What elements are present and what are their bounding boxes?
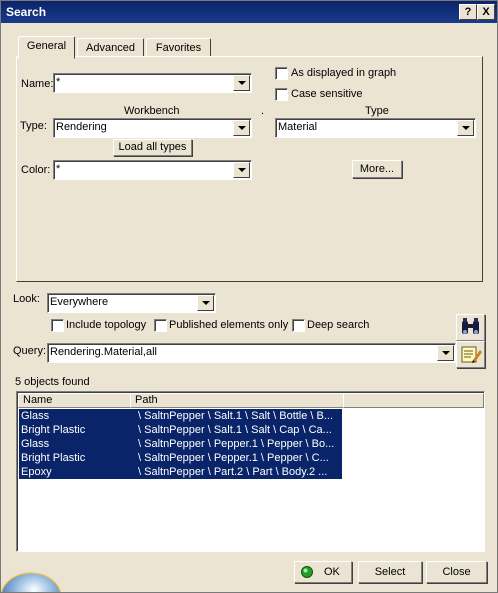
ok-status-icon	[301, 566, 313, 578]
search-button[interactable]	[456, 314, 485, 341]
case-sensitive-checkbox[interactable]	[275, 88, 288, 101]
row-path: \ SaltnPepper \ Part.2 \ Part \ Body.2 .…	[138, 466, 328, 478]
column-header-empty	[343, 393, 484, 408]
include-topology-label: Include topology	[66, 319, 147, 331]
color-label: Color:	[21, 164, 51, 176]
table-row[interactable]: Epoxy \ SaltnPepper \ Part.2 \ Part \ Bo…	[17, 465, 484, 479]
case-sensitive-label: Case sensitive	[291, 88, 363, 100]
search-dialog: Search ? X General Advanced Favorites Na…	[0, 0, 498, 593]
chevron-down-icon[interactable]	[233, 120, 250, 136]
row-name: Glass	[21, 438, 50, 450]
name-combo[interactable]: *	[53, 73, 252, 93]
ok-button[interactable]: OK	[294, 561, 352, 583]
as-displayed-label: As displayed in graph	[291, 67, 397, 79]
include-topology-checkbox[interactable]	[51, 319, 64, 332]
column-header-name[interactable]: Name	[18, 393, 131, 408]
table-row[interactable]: Glass \ SaltnPepper \ Salt.1 \ Salt \ Bo…	[17, 409, 484, 423]
deep-search-label: Deep search	[307, 319, 370, 331]
table-row[interactable]: Glass \ SaltnPepper \ Pepper.1 \ Pepper …	[17, 437, 484, 451]
as-displayed-checkbox[interactable]	[275, 67, 288, 80]
column-header-path-label: Path	[135, 394, 158, 406]
separator-dot: .	[261, 105, 265, 117]
close-window-button[interactable]: X	[477, 4, 495, 20]
results-table[interactable]: Name Path Glass \ SaltnPepper \ Salt.1 \…	[16, 391, 485, 552]
published-only-checkbox[interactable]	[154, 319, 167, 332]
color-combo[interactable]: *	[53, 160, 252, 180]
chevron-down-icon[interactable]	[437, 345, 454, 361]
column-header-name-label: Name	[23, 394, 53, 406]
name-label: Name:	[21, 78, 54, 90]
look-combo[interactable]: Everywhere	[47, 293, 216, 313]
results-count: 5 objects found	[15, 376, 90, 388]
ok-label: OK	[324, 566, 340, 578]
look-value: Everywhere	[50, 296, 109, 308]
query-combo[interactable]: Rendering.Material,all	[47, 343, 456, 363]
row-name: Bright Plastic	[21, 452, 86, 464]
row-name: Bright Plastic	[21, 424, 86, 436]
deep-search-checkbox[interactable]	[292, 319, 305, 332]
general-panel: Name: * Workbench Type: Rendering Load a…	[16, 56, 483, 282]
tab-general-label: General	[26, 40, 67, 52]
select-button[interactable]: Select	[358, 561, 422, 583]
table-row[interactable]: Bright Plastic \ SaltnPepper \ Salt.1 \ …	[17, 423, 484, 437]
color-value: *	[56, 163, 61, 175]
globe-decoration-icon	[1, 572, 61, 592]
query-label: Query:	[13, 345, 47, 357]
type2-value: Material	[278, 121, 318, 133]
more-button[interactable]: More...	[352, 160, 402, 178]
load-all-types-button[interactable]: Load all types	[113, 139, 192, 156]
tab-general[interactable]: General	[18, 36, 75, 59]
look-label: Look:	[13, 293, 40, 305]
binoculars-icon	[462, 318, 479, 334]
chevron-down-icon[interactable]	[233, 75, 250, 91]
tab-advanced-label: Advanced	[86, 42, 135, 54]
tab-favorites-label: Favorites	[155, 42, 202, 54]
chevron-down-icon[interactable]	[457, 120, 474, 136]
row-name: Epoxy	[21, 466, 52, 478]
query-edit-button[interactable]	[456, 341, 485, 368]
row-path: \ SaltnPepper \ Salt.1 \ Salt \ Bottle \…	[138, 410, 334, 422]
type2-label: Type	[365, 105, 389, 117]
title-bar[interactable]: Search ? X	[1, 1, 497, 23]
window-title: Search	[6, 5, 47, 19]
chevron-down-icon[interactable]	[197, 295, 214, 311]
workbench-label: Workbench	[124, 105, 180, 117]
table-row[interactable]: Bright Plastic \ SaltnPepper \ Pepper.1 …	[17, 451, 484, 465]
row-path: \ SaltnPepper \ Salt.1 \ Salt \ Cap \ Ca…	[138, 424, 332, 436]
type-label: Type:	[20, 120, 47, 132]
help-button[interactable]: ?	[459, 4, 477, 20]
query-value: Rendering.Material,all	[50, 346, 157, 358]
type-value: Rendering	[56, 121, 107, 133]
type-combo[interactable]: Material	[275, 118, 476, 138]
close-button[interactable]: Close	[426, 561, 487, 583]
published-only-label: Published elements only	[169, 319, 289, 331]
chevron-down-icon[interactable]	[233, 162, 250, 178]
row-name: Glass	[21, 410, 50, 422]
workbench-type-combo[interactable]: Rendering	[53, 118, 252, 138]
query-edit-icon	[461, 346, 482, 363]
row-path: \ SaltnPepper \ Pepper.1 \ Pepper \ C...	[138, 452, 329, 464]
name-value: *	[56, 76, 61, 88]
column-header-path[interactable]: Path	[130, 393, 344, 408]
row-path: \ SaltnPepper \ Pepper.1 \ Pepper \ Bo..…	[138, 438, 335, 450]
